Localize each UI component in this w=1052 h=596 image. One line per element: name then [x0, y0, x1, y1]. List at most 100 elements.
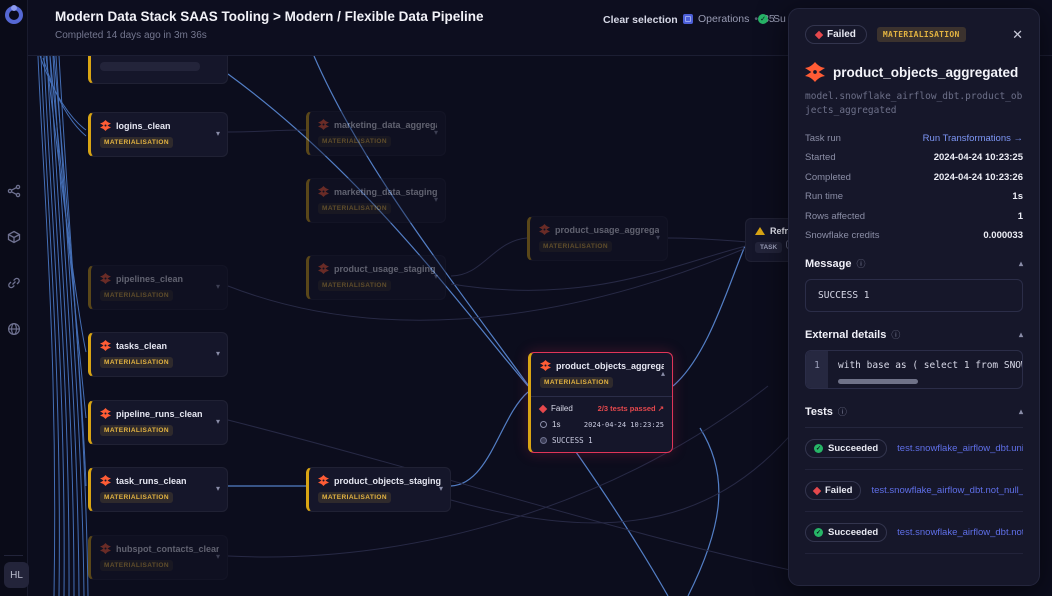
chevron-down-icon[interactable]: ▾	[216, 129, 220, 138]
chevron-down-icon[interactable]: ▾	[216, 282, 220, 291]
pipelines-graph-icon[interactable]	[7, 184, 21, 198]
operations-icon	[683, 14, 693, 24]
test-status-badge: ✓Succeeded	[805, 439, 887, 458]
materialisation-badge: MATERIALISATION	[877, 27, 966, 42]
test-link[interactable]: test.snowflake_airflow_dbt.not_null_pr	[897, 527, 1023, 538]
materialisation-badge: MATERIALISATION	[100, 492, 173, 503]
chevron-down-icon[interactable]: ▾	[656, 233, 660, 242]
message-content: SUCCESS 1	[805, 279, 1023, 312]
success-check-icon: ✓	[758, 14, 768, 24]
chevron-down-icon[interactable]: ▾	[434, 128, 438, 137]
dag-node-product-usage-staging[interactable]: product_usage_staging ▾ MATERIALISATION	[306, 255, 446, 300]
sidebar-divider	[4, 555, 23, 556]
status-badge: Failed	[805, 25, 867, 44]
dbt-icon	[100, 408, 111, 419]
materialisation-badge: MATERIALISATION	[100, 290, 173, 301]
dbt-icon	[100, 543, 111, 554]
assets-cube-icon[interactable]	[7, 230, 21, 244]
chevron-down-icon[interactable]: ▾	[434, 272, 438, 281]
dag-node-pipelines-clean[interactable]: pipelines_clean ▾ MATERIALISATION	[88, 265, 228, 310]
dag-node-product-objects-aggregated-selected[interactable]: product_objects_aggregated ▴ MATERIALISA…	[528, 352, 673, 453]
node-label: hubspot_contacts_clean	[116, 544, 219, 554]
dag-node-marketing-data-staging[interactable]: marketing_data_staging ▾ MATERIALISATION	[306, 178, 446, 223]
dbt-icon	[805, 62, 825, 82]
node-detail-panel: Failed MATERIALISATION ✕ product_objects…	[788, 8, 1040, 586]
clear-selection-button[interactable]: Clear selection	[603, 14, 678, 26]
chevron-down-icon[interactable]: ▾	[216, 552, 220, 561]
materialisation-badge: MATERIALISATION	[100, 560, 173, 571]
tests-section-header: Testsⓘ ▴	[805, 405, 1023, 418]
collapse-icon[interactable]: ▴	[1019, 259, 1023, 268]
materialisation-badge: MATERIALISATION	[318, 203, 391, 214]
horizontal-scrollbar[interactable]	[838, 379, 918, 384]
node-status-text: Failed	[551, 404, 573, 413]
chevron-up-icon[interactable]: ▴	[661, 369, 665, 378]
warning-triangle-icon	[755, 227, 765, 235]
test-link[interactable]: test.snowflake_airflow_dbt.unique_pro	[897, 443, 1023, 454]
sql-code-block[interactable]: 1 with base as ( select 1 from SNOWFLAKE	[805, 350, 1023, 389]
task-badge: TASK	[755, 242, 782, 253]
app-sidebar	[0, 0, 28, 596]
info-icon: ⓘ	[838, 405, 847, 418]
user-avatar[interactable]: HL	[4, 562, 29, 588]
details-list: Task runRun Transformations → Started202…	[805, 133, 1023, 242]
dag-node-hubspot-contacts-clean[interactable]: hubspot_contacts_clean ▾ MATERIALISATION	[88, 535, 228, 580]
dag-node-marketing-data-aggregated[interactable]: marketing_data_aggregated ▾ MATERIALISAT…	[306, 111, 446, 156]
chevron-down-icon[interactable]: ▾	[434, 195, 438, 204]
collapse-icon[interactable]: ▴	[1019, 330, 1023, 339]
materialisation-badge: MATERIALISATION	[318, 280, 391, 291]
message-section-header: Messageⓘ ▴	[805, 257, 1023, 270]
integrations-link-icon[interactable]	[7, 276, 21, 290]
materialisation-badge: MATERIALISATION	[100, 137, 173, 148]
dag-node-pipeline-runs-clean[interactable]: pipeline_runs_clean ▾ MATERIALISATION	[88, 400, 228, 445]
detail-row: Snowflake credits0.000033	[805, 230, 1023, 241]
failed-diamond-icon	[539, 404, 547, 412]
chevron-down-icon[interactable]: ▾	[439, 484, 443, 493]
sql-code-text: with base as ( select 1 from SNOWFLAKE	[838, 360, 1022, 371]
test-status-badge: ✓Succeeded	[805, 523, 887, 542]
run-transformations-link[interactable]: Run Transformations →	[923, 133, 1023, 144]
dag-node-partial[interactable]	[88, 56, 228, 84]
dag-node-product-objects-staging[interactable]: product_objects_staging ▾ MATERIALISATIO…	[306, 467, 451, 512]
dag-node-logins-clean[interactable]: logins_clean ▾ MATERIALISATION	[88, 112, 228, 157]
app-logo-icon[interactable]	[5, 6, 23, 24]
dag-node-task-runs-clean[interactable]: task_runs_clean ▾ MATERIALISATION	[88, 467, 228, 512]
globe-icon[interactable]	[7, 322, 21, 336]
external-details-section-header: External detailsⓘ ▴	[805, 328, 1023, 341]
chevron-down-icon[interactable]: ▾	[216, 417, 220, 426]
test-row: ✓Succeeded test.snowflake_airflow_dbt.un…	[805, 428, 1023, 470]
test-link[interactable]: test.snowflake_airflow_dbt.not_null_pr	[871, 485, 1023, 496]
dbt-icon	[539, 224, 550, 235]
tests-summary-link[interactable]: 2/3 tests passed ↗	[598, 404, 664, 413]
dag-node-product-usage-aggregated[interactable]: product_usage_aggregated ▾ MATERIALISATI…	[527, 216, 668, 261]
chevron-down-icon[interactable]: ▾	[216, 349, 220, 358]
operations-label: Operations	[698, 13, 749, 25]
chevron-down-icon[interactable]: ▾	[216, 484, 220, 493]
node-label: marketing_data_staging	[334, 187, 437, 197]
run-summary-text: Completed 14 days ago in 3m 36s	[55, 30, 207, 41]
success-check-icon: ✓	[814, 444, 823, 453]
detail-row: Rows affected1	[805, 211, 1023, 222]
succeeded-label: Su	[773, 13, 786, 25]
succeeded-counter[interactable]: ✓ Su	[758, 13, 786, 25]
materialisation-badge: MATERIALISATION	[318, 136, 391, 147]
node-skeleton-bar	[100, 62, 200, 71]
info-icon: ⓘ	[891, 328, 900, 341]
detail-row: Completed2024-04-24 10:23:26	[805, 172, 1023, 183]
materialisation-badge: MATERIALISATION	[540, 377, 613, 388]
node-label: tasks_clean	[116, 341, 167, 351]
failed-diamond-icon	[815, 30, 823, 38]
dag-node-tasks-clean[interactable]: tasks_clean ▾ MATERIALISATION	[88, 332, 228, 377]
test-status-badge: Failed	[805, 481, 861, 500]
dbt-icon	[100, 340, 111, 351]
detail-row: Run time1s	[805, 191, 1023, 202]
dbt-icon	[540, 360, 551, 371]
node-label: pipelines_clean	[116, 274, 183, 284]
info-icon: ⓘ	[856, 257, 865, 270]
node-label: logins_clean	[116, 121, 171, 131]
failed-diamond-icon	[813, 486, 821, 494]
dbt-icon	[318, 186, 329, 197]
close-icon[interactable]: ✕	[1012, 27, 1023, 43]
materialisation-badge: MATERIALISATION	[100, 357, 173, 368]
collapse-icon[interactable]: ▴	[1019, 407, 1023, 416]
